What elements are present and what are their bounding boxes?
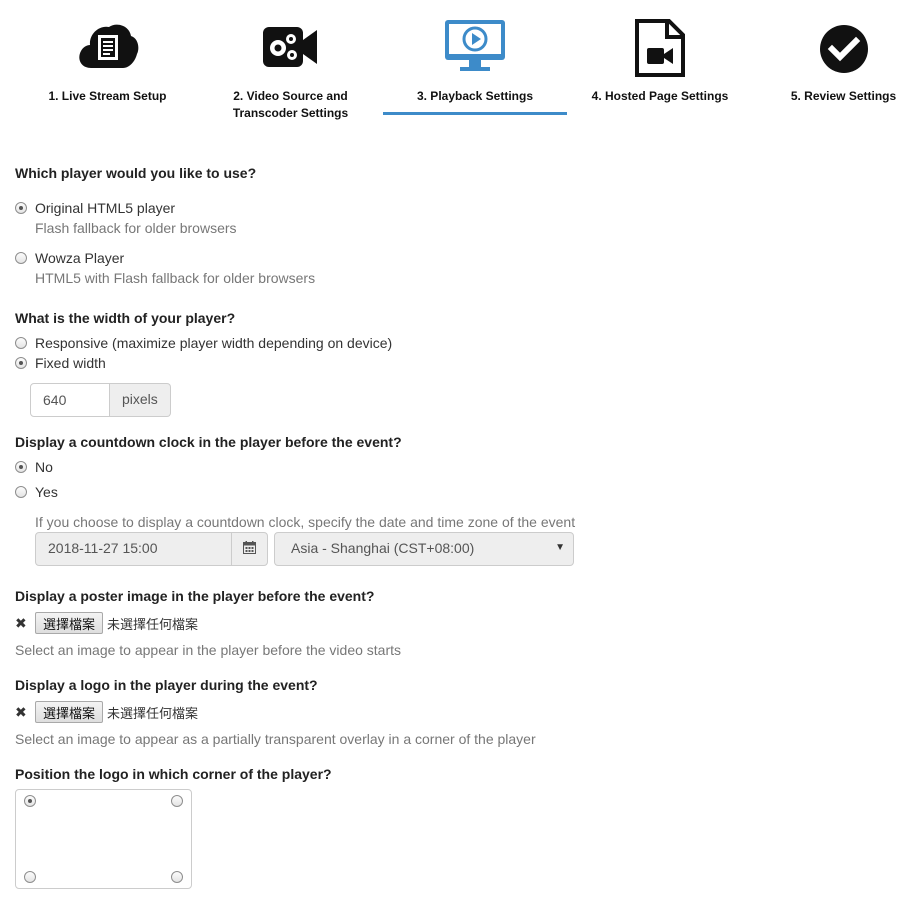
logo-file-status: 未選擇任何檔案	[107, 706, 199, 722]
wizard-steps: 1. Live Stream Setup 2. Video Source and…	[0, 0, 917, 130]
video-camera-gears-icon	[261, 22, 321, 75]
logo-file-row: ✖ 選擇檔案 未選擇任何檔案	[15, 701, 198, 723]
calendar-button[interactable]	[231, 532, 268, 566]
option-label: Original HTML5 player	[35, 200, 176, 216]
calendar-icon	[243, 541, 256, 557]
radio-bottom-left[interactable]	[24, 871, 36, 883]
checkmark-circle-icon	[819, 24, 869, 77]
active-step-indicator	[383, 112, 567, 115]
step-video-source[interactable]: 2. Video Source and Transcoder Settings	[213, 0, 368, 125]
poster-choose-file-button[interactable]: 選擇檔案	[35, 612, 104, 634]
step-hosted-page[interactable]: 4. Hosted Page Settings	[580, 0, 740, 110]
logo-choose-file-button[interactable]: 選擇檔案	[35, 701, 104, 723]
option-label: Responsive (maximize player width depend…	[35, 335, 393, 351]
width-question: What is the width of your player?	[15, 310, 236, 326]
width-unit-addon: pixels	[110, 383, 171, 417]
option-description: Flash fallback for older browsers	[35, 220, 237, 236]
cloud-document-icon	[77, 18, 139, 73]
logo-question: Display a logo in the player during the …	[15, 677, 318, 693]
option-original-html5[interactable]: Original HTML5 player	[15, 200, 175, 216]
option-countdown-no[interactable]: No	[15, 459, 53, 475]
option-label: No	[35, 459, 53, 475]
step-label: 1. Live Stream Setup	[48, 89, 167, 103]
step-label: 3. Playback Settings	[416, 89, 534, 103]
option-label: Wowza Player	[35, 250, 125, 266]
option-countdown-yes[interactable]: Yes	[15, 484, 58, 500]
option-label: Yes	[35, 484, 58, 500]
step-label: 5. Review Settings	[790, 89, 897, 103]
radio-button[interactable]	[15, 252, 27, 264]
timezone-select[interactable]: Asia - Shanghai (CST+08:00) ▼	[274, 532, 574, 566]
countdown-date-input[interactable]: 2018-11-27 15:00	[35, 532, 232, 566]
radio-button[interactable]	[15, 202, 27, 214]
step-label: 4. Hosted Page Settings	[591, 89, 729, 103]
logo-position-question: Position the logo in which corner of the…	[15, 766, 332, 782]
step-label: 2. Video Source and Transcoder Settings	[213, 88, 368, 122]
poster-file-row: ✖ 選擇檔案 未選擇任何檔案	[15, 612, 198, 634]
video-file-icon	[634, 18, 686, 81]
step-label-line1: 2. Video Source and	[233, 89, 348, 103]
option-fixed-width[interactable]: Fixed width	[15, 355, 106, 371]
radio-button[interactable]	[15, 357, 27, 369]
option-description: HTML5 with Flash fallback for older brow…	[35, 270, 316, 286]
radio-bottom-right[interactable]	[171, 871, 183, 883]
monitor-play-icon	[444, 18, 506, 77]
option-wowza-player[interactable]: Wowza Player	[15, 250, 124, 266]
step-label-line2: Transcoder Settings	[232, 106, 349, 120]
step-live-stream-setup[interactable]: 1. Live Stream Setup	[30, 0, 185, 110]
player-question: Which player would you like to use?	[15, 165, 257, 181]
width-input-group: 640 pixels	[30, 383, 171, 417]
poster-question: Display a poster image in the player bef…	[15, 588, 375, 604]
radio-button[interactable]	[15, 486, 27, 498]
step-review[interactable]: 5. Review Settings	[770, 0, 917, 110]
countdown-help: If you choose to display a countdown clo…	[35, 514, 576, 530]
timezone-value: Asia - Shanghai (CST+08:00)	[291, 540, 475, 556]
radio-button[interactable]	[15, 337, 27, 349]
radio-top-left[interactable]	[24, 795, 36, 807]
clear-icon[interactable]: ✖	[15, 704, 35, 721]
clear-icon[interactable]: ✖	[15, 615, 35, 632]
poster-help: Select an image to appear in the player …	[15, 642, 402, 658]
logo-corner-picker	[15, 789, 192, 889]
option-responsive[interactable]: Responsive (maximize player width depend…	[15, 335, 392, 351]
chevron-down-icon: ▼	[555, 542, 565, 553]
logo-help: Select an image to appear as a partially…	[15, 731, 536, 747]
step-playback-settings[interactable]: 3. Playback Settings	[383, 0, 567, 110]
countdown-question: Display a countdown clock in the player …	[15, 434, 402, 450]
poster-file-status: 未選擇任何檔案	[107, 617, 199, 633]
radio-top-right[interactable]	[171, 795, 183, 807]
radio-button[interactable]	[15, 461, 27, 473]
option-label: Fixed width	[35, 355, 106, 371]
width-input[interactable]: 640	[30, 383, 110, 417]
